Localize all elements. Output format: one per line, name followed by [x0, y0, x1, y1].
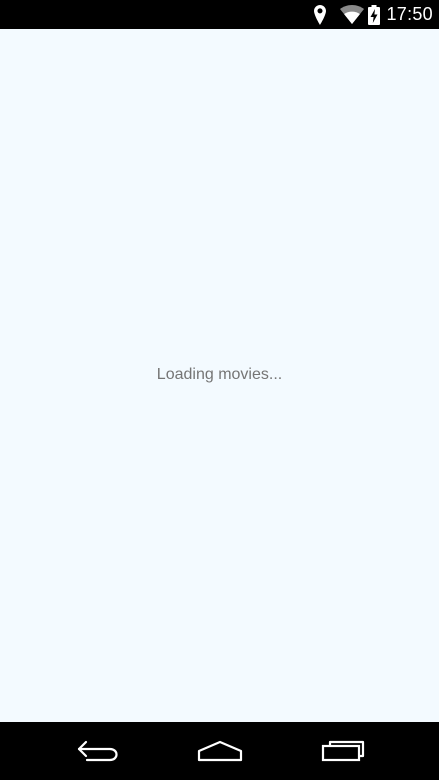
wifi-icon	[340, 5, 365, 24]
home-button[interactable]	[175, 722, 265, 780]
location-icon	[314, 4, 327, 25]
recents-button[interactable]	[298, 722, 388, 780]
app-screen: 17:50 Loading movies...	[0, 0, 439, 780]
main-content: Loading movies...	[0, 29, 439, 722]
status-bar: 17:50	[0, 0, 439, 29]
recents-icon	[321, 740, 365, 762]
battery-charging-icon	[368, 4, 381, 25]
status-icons: 17:50	[314, 0, 433, 29]
back-icon	[77, 740, 118, 762]
home-icon	[197, 740, 243, 762]
navigation-bar	[0, 722, 439, 780]
status-clock: 17:50	[386, 4, 433, 24]
back-button[interactable]	[53, 722, 143, 780]
loading-message: Loading movies...	[156, 366, 283, 383]
